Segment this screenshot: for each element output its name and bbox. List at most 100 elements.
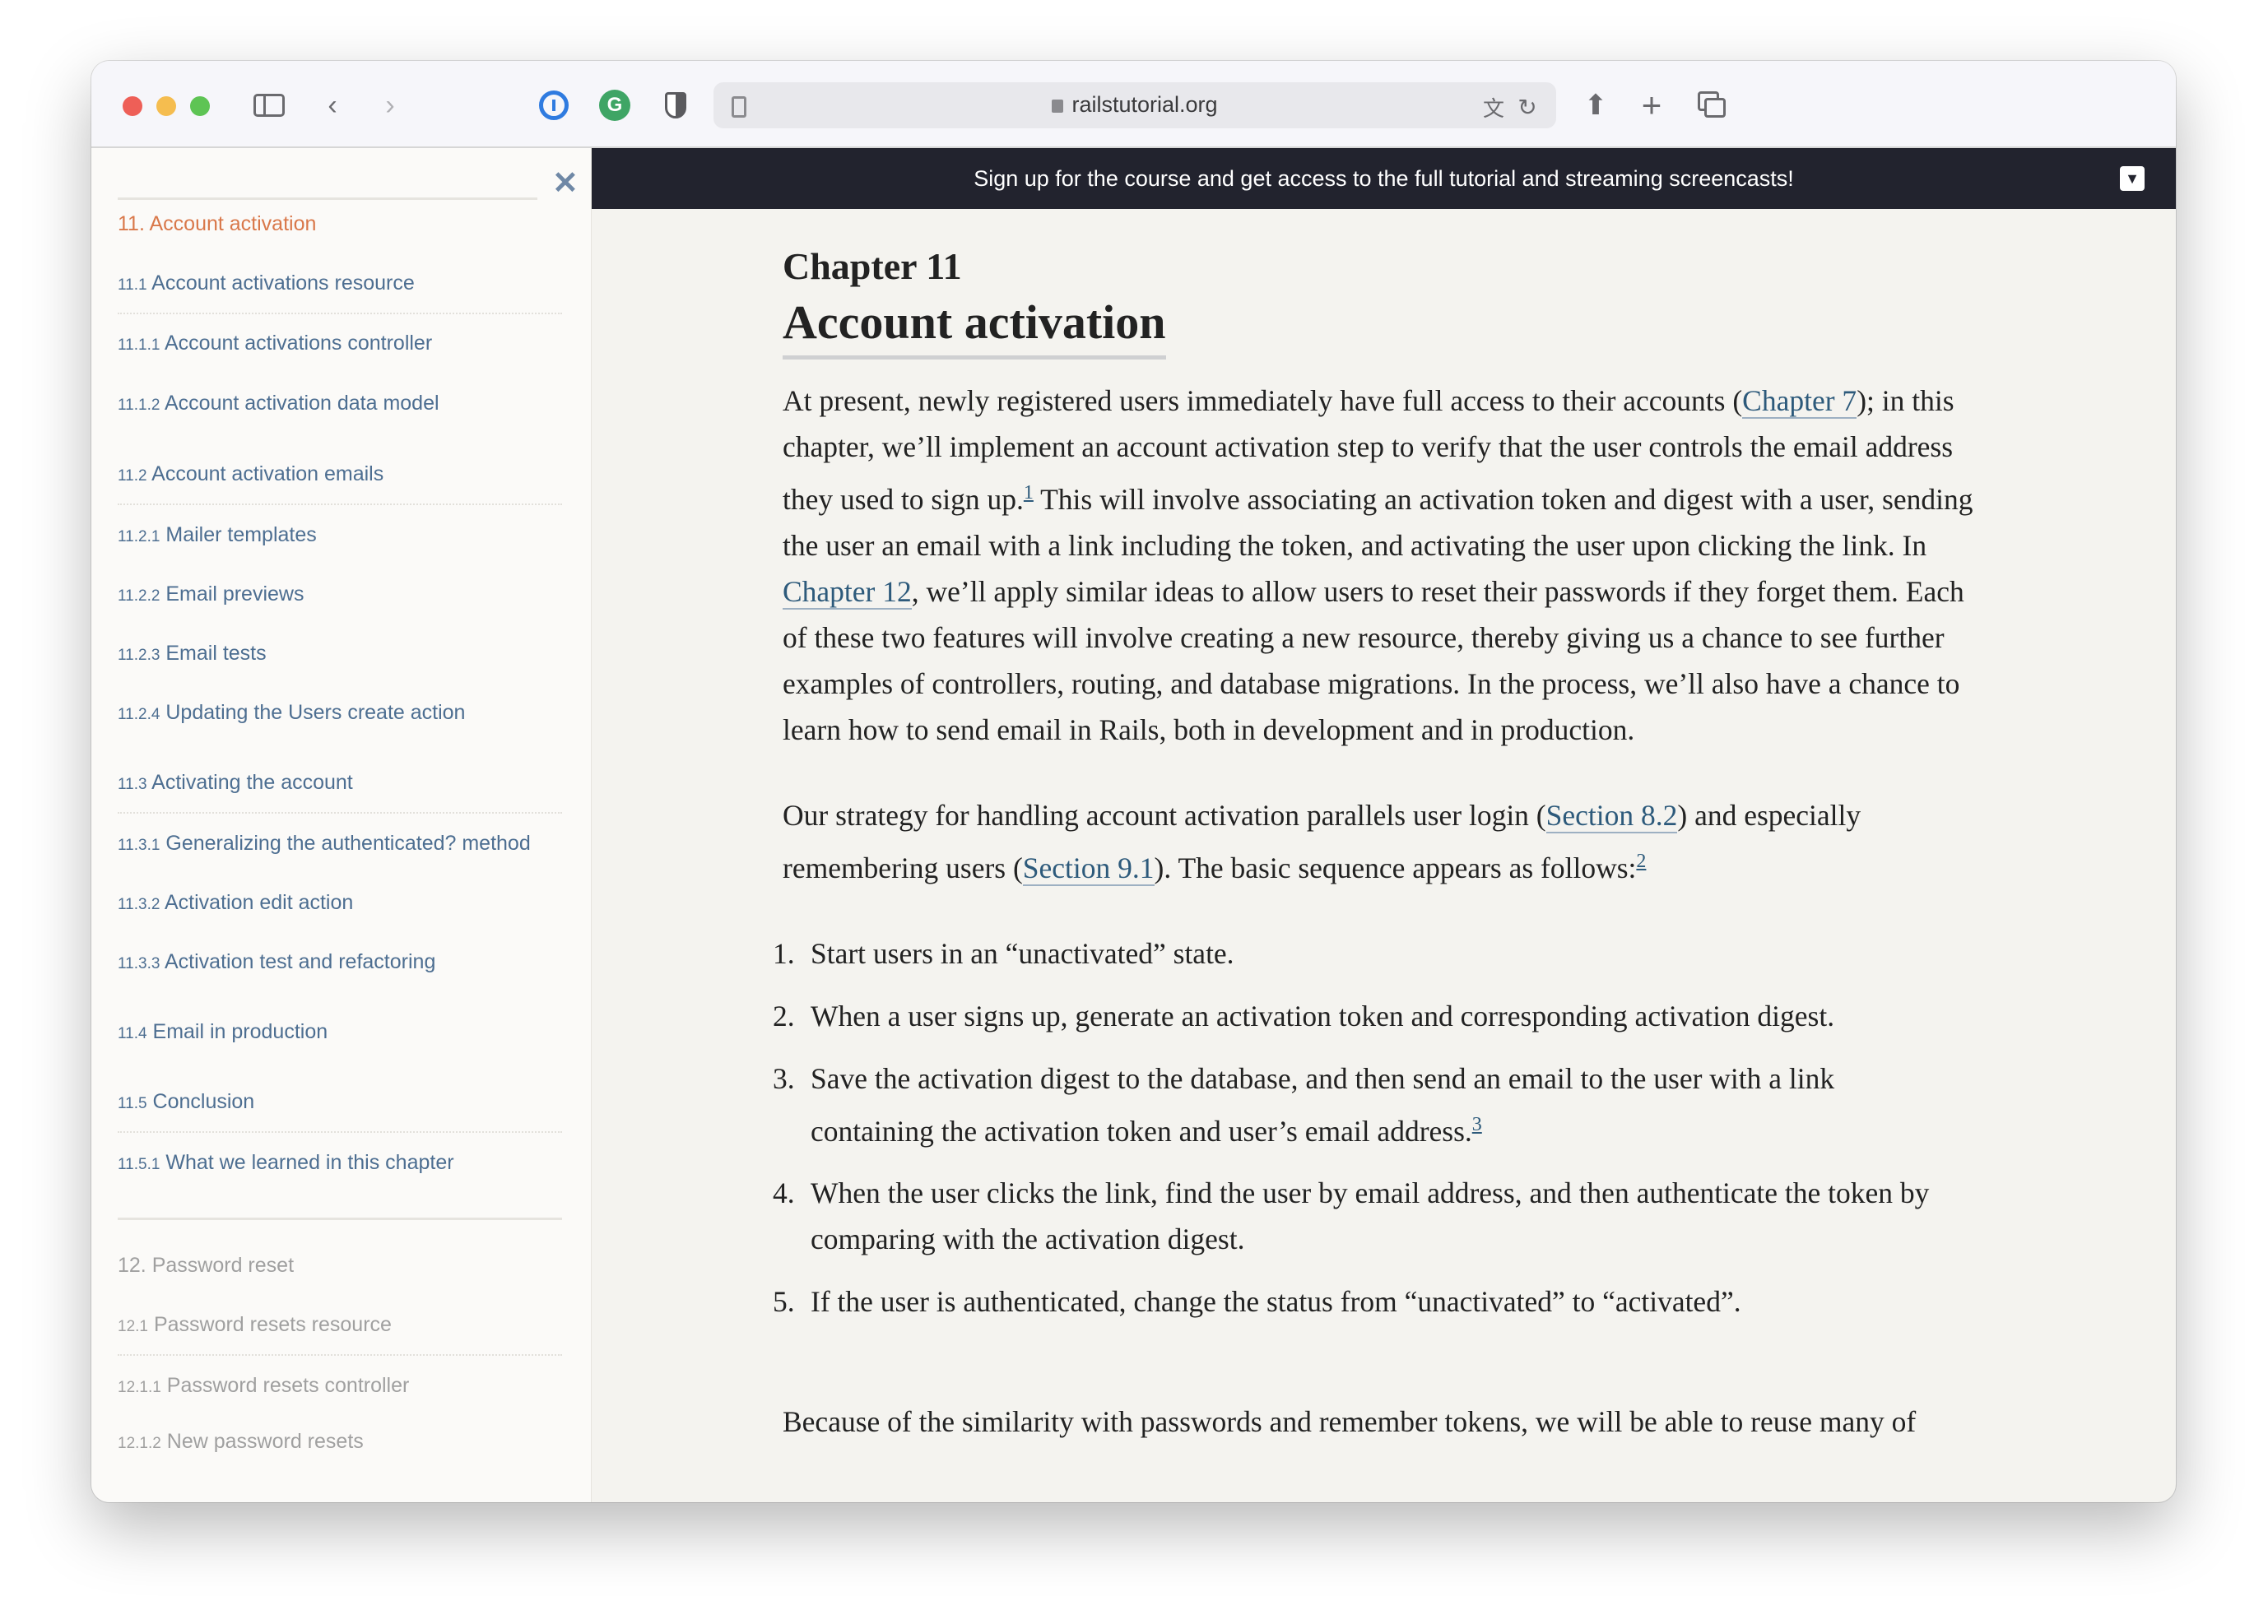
toc-item-label: Activation edit action	[165, 891, 354, 914]
toc-item[interactable]: 11.5 Conclusion	[118, 1090, 254, 1114]
step-text: Start users in an “unactivated” state.	[811, 936, 1234, 970]
divider	[118, 313, 562, 314]
section-8-2-link[interactable]: Section 8.2	[1545, 798, 1678, 833]
toc-item-number: 11.	[118, 212, 145, 235]
toc-item-number: 12.1.2	[118, 1435, 161, 1452]
new-tab-icon[interactable]: +	[1635, 86, 1668, 124]
toc-item[interactable]: 11.1 Account activations resource	[118, 271, 415, 295]
tabs-overview-icon[interactable]	[1694, 89, 1731, 122]
toc-item[interactable]: 11.3.1 Generalizing the authenticated? m…	[118, 832, 531, 856]
share-icon[interactable]: ⬆︎	[1579, 89, 1612, 122]
toc-item-label: Account activation emails	[151, 462, 384, 485]
zoom-window-button[interactable]	[190, 96, 210, 116]
step-text: If the user is authenticated, change the…	[811, 1285, 1741, 1319]
close-icon[interactable]: ✕	[552, 165, 579, 202]
banner-dropdown-button[interactable]: ▼	[2120, 166, 2145, 191]
intro-paragraph: At present, newly registered users immed…	[783, 384, 1973, 746]
caret-down-icon: ▼	[2125, 170, 2140, 187]
step-item: 1. Start users in an “unactivated” state.	[773, 930, 1951, 977]
translate-icon[interactable]: 文	[1477, 90, 1510, 123]
strategy-paragraph: Our strategy for handling account activa…	[783, 798, 1861, 886]
section-9-1-link[interactable]: Section 9.1	[1022, 851, 1155, 886]
back-icon[interactable]: ‹	[320, 89, 345, 122]
footnote-link[interactable]: 3	[1472, 1114, 1482, 1135]
toc-item[interactable]: 11.3 Activating the account	[118, 771, 353, 795]
toc-item-label: Conclusion	[152, 1090, 255, 1113]
divider	[118, 197, 537, 200]
toc-item-label: Account activation data model	[165, 392, 439, 415]
close-window-button[interactable]	[123, 96, 142, 116]
forward-icon[interactable]: ›	[378, 89, 402, 122]
toc-item-number: 11.2.2	[118, 587, 160, 605]
toc-item-number: 11.1.1	[118, 336, 160, 354]
toc-item[interactable]: 11.2 Account activation emails	[118, 462, 383, 486]
privacy-shield-icon[interactable]	[659, 89, 692, 122]
footnote-1-link[interactable]: 1	[1024, 482, 1034, 503]
toc-sidebar: ✕ 11. Account activation 11.1 Account act…	[91, 148, 592, 1502]
browser-toolbar: ‹ › G railstutorial.org 文 ↻ ⬆︎ +	[91, 61, 2176, 148]
toc-item[interactable]: 12.1 Password resets resource	[118, 1313, 392, 1337]
divider	[118, 812, 562, 814]
signup-banner[interactable]: Sign up for the course and get access to…	[592, 148, 2176, 209]
toc-item-number: 11.2	[118, 467, 147, 485]
toc-item-label: Email tests	[165, 642, 267, 665]
page-title: Account activation	[783, 290, 1166, 360]
grammarly-icon[interactable]: G	[598, 89, 631, 122]
toc-item[interactable]: 12.1.1 Password resets controller	[118, 1374, 409, 1398]
toc-item[interactable]: 11.2.3 Email tests	[118, 642, 267, 666]
address-bar[interactable]: railstutorial.org 文 ↻	[713, 82, 1556, 128]
toc-item-label: Updating the Users create action	[165, 701, 466, 724]
toc-item-label: Activation test and refactoring	[165, 950, 436, 973]
url-text: railstutorial.org	[1071, 92, 1218, 117]
1password-icon[interactable]	[537, 89, 570, 122]
step-text: When a user signs up, generate an activa…	[811, 999, 1835, 1032]
chapter-12-link[interactable]: Chapter 12	[783, 574, 912, 610]
toc-item-label: Mailer templates	[165, 523, 317, 546]
toc-item-label: Account activations resource	[151, 271, 415, 295]
toc-item-number: 11.3.3	[118, 955, 160, 972]
toc-item-number: 11.1.2	[118, 397, 160, 414]
toc-item[interactable]: 11.5.1 What we learned in this chapter	[118, 1151, 454, 1175]
toc-item[interactable]: 12. Password reset	[118, 1254, 294, 1278]
step-item: 4. When the user clicks the link, find th…	[773, 1170, 1951, 1262]
toc-item-number: 11.2.4	[118, 706, 160, 723]
lock-icon	[1052, 100, 1064, 113]
toc-item[interactable]: 11.2.1 Mailer templates	[118, 523, 317, 547]
toc-item[interactable]: 11.2.4 Updating the Users create action	[118, 701, 465, 725]
step-number: 2.	[773, 999, 795, 1032]
chapter-content: Chapter 11 Account activation At present…	[773, 244, 2083, 1484]
divider	[118, 1131, 562, 1133]
toc-item-label: Password reset	[151, 1254, 295, 1277]
step-text: When the user clicks the link, find the …	[811, 1176, 1930, 1256]
reload-icon[interactable]: ↻	[1515, 90, 1540, 123]
toc-item-label: Generalizing the authenticated? method	[165, 832, 531, 855]
toc-item-label: Email in production	[152, 1020, 328, 1043]
toc-item[interactable]: 11.3.2 Activation edit action	[118, 891, 353, 915]
minimize-window-button[interactable]	[156, 96, 176, 116]
toc-item-label: Account activations controller	[165, 332, 433, 355]
step-number: 4.	[773, 1176, 795, 1210]
toc-item[interactable]: 11.2.2 Email previews	[118, 582, 304, 606]
divider	[118, 1354, 562, 1356]
toc-item-number: 11.5.1	[118, 1156, 160, 1173]
step-number: 1.	[773, 936, 795, 970]
sidebar-toggle-icon[interactable]	[253, 89, 286, 122]
toc-item[interactable]: 11.1.1 Account activations controller	[118, 332, 432, 355]
toc-item-number: 12.1.1	[118, 1379, 161, 1396]
toc-item[interactable]: 11.4 Email in production	[118, 1020, 328, 1044]
toc-item[interactable]: 11.3.3 Activation test and refactoring	[118, 950, 435, 974]
toc-item-label: Password resets controller	[166, 1374, 410, 1397]
chapter-7-link[interactable]: Chapter 7	[1742, 384, 1857, 419]
step-item: 5. If the user is authenticated, change t…	[773, 1278, 1951, 1325]
step-item: 2. When a user signs up, generate an acti…	[773, 993, 1951, 1039]
toc-item-number: 11.4	[118, 1025, 147, 1042]
chapter-label: Chapter 11	[783, 245, 962, 287]
step-item: 3. Save the activation digest to the data…	[773, 1056, 1951, 1154]
toc-item[interactable]: 11. Account activation	[118, 212, 316, 236]
toc-item[interactable]: 12.1.2 New password resets	[118, 1430, 364, 1454]
footnote-2-link[interactable]: 2	[1636, 851, 1646, 872]
step-text: Save the activation digest to the databa…	[811, 1061, 1835, 1148]
toc-item[interactable]: 11.1.2 Account activation data model	[118, 392, 439, 415]
toc-item-number: 11.3	[118, 776, 147, 793]
toc-item-number: 11.2.3	[118, 647, 160, 664]
